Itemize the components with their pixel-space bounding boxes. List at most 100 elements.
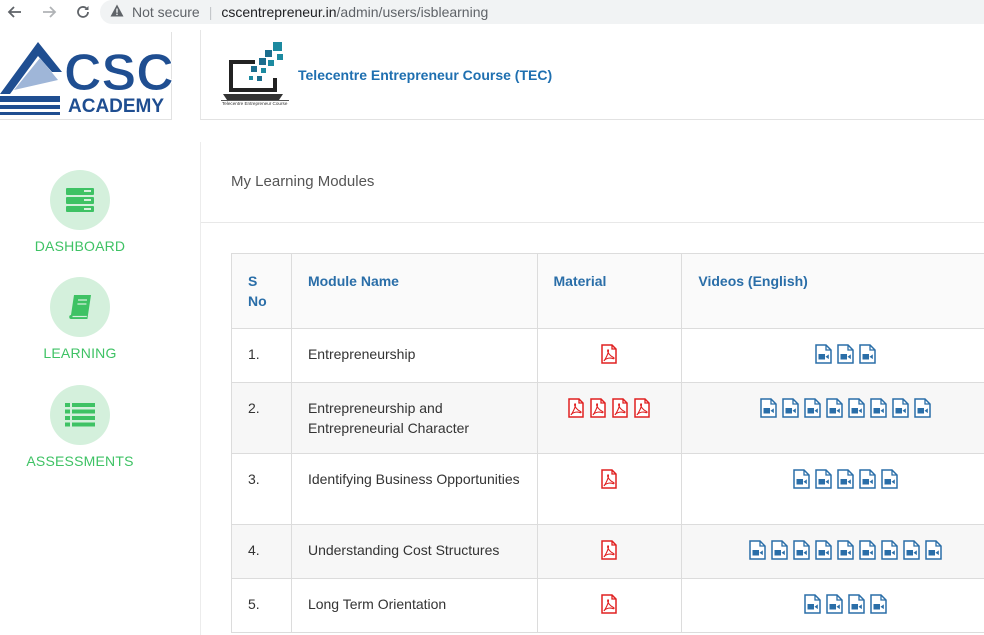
video-file-icon[interactable] <box>770 540 790 560</box>
video-file-icon[interactable] <box>869 398 889 418</box>
cell-sno: 1. <box>231 328 292 383</box>
table-row: 1. Entrepreneurship <box>231 328 984 383</box>
table-row: 5. Long Term Orientation <box>231 578 984 633</box>
cell-sno: 5. <box>231 578 292 633</box>
video-file-icon[interactable] <box>759 398 779 418</box>
video-file-icon[interactable] <box>814 540 834 560</box>
pdf-icon[interactable] <box>610 398 630 418</box>
header-sno-line2: No <box>248 293 267 309</box>
list-icon <box>50 385 110 445</box>
video-file-icon[interactable] <box>748 540 768 560</box>
reload-icon[interactable] <box>72 1 94 23</box>
url-separator: | <box>208 4 213 20</box>
cell-module-name: Long Term Orientation <box>290 578 538 633</box>
video-file-icon[interactable] <box>924 540 944 560</box>
cell-module-name: Identifying Business Opportunities <box>290 453 538 525</box>
pdf-icon[interactable] <box>566 398 586 418</box>
cell-material <box>536 524 683 579</box>
video-file-icon[interactable] <box>858 540 878 560</box>
logo-text-sub: ACADEMY <box>68 96 164 117</box>
pdf-icon[interactable] <box>588 398 608 418</box>
header-module-name: Module Name <box>290 253 538 329</box>
video-file-icon[interactable] <box>836 344 856 364</box>
cell-sno: 4. <box>231 524 292 579</box>
video-file-icon[interactable] <box>880 540 900 560</box>
pdf-icon[interactable] <box>599 344 619 364</box>
video-file-icon[interactable] <box>825 398 845 418</box>
course-title: Telecentre Entrepreneur Course (TEC) <box>298 67 553 83</box>
modules-table: S No Module Name Material Videos (Englis… <box>231 253 984 633</box>
video-file-icon[interactable] <box>847 398 867 418</box>
pdf-icon[interactable] <box>599 469 619 489</box>
cell-module-name: Entrepreneurship <box>290 328 538 383</box>
pdf-icon[interactable] <box>599 540 619 560</box>
book-icon <box>50 277 110 337</box>
cell-videos <box>681 524 984 579</box>
course-logo-caption: Telecentre Entrepreneur Course <box>222 101 288 106</box>
sidebar-item-learning[interactable]: LEARNING <box>0 277 160 361</box>
warning-icon <box>110 4 124 20</box>
cell-material <box>536 578 683 633</box>
video-file-icon[interactable] <box>814 469 834 489</box>
forward-icon[interactable] <box>38 1 60 23</box>
cell-videos <box>681 328 984 383</box>
video-file-icon[interactable] <box>858 344 878 364</box>
video-file-icon[interactable] <box>781 398 801 418</box>
video-file-icon[interactable] <box>792 469 812 489</box>
video-file-icon[interactable] <box>880 469 900 489</box>
cell-videos <box>681 578 984 633</box>
table-row: 3. Identifying Business Opportunities <box>231 453 984 525</box>
sidebar-item-label: LEARNING <box>43 345 117 361</box>
course-logo: Telecentre Entrepreneur Course <box>221 40 289 106</box>
video-file-icon[interactable] <box>902 540 922 560</box>
cell-material <box>536 382 683 454</box>
cell-material <box>536 328 683 383</box>
url-path: /admin/users/isblearning <box>336 4 489 20</box>
video-file-icon[interactable] <box>847 594 867 614</box>
table-header-row: S No Module Name Material Videos (Englis… <box>231 253 984 329</box>
video-file-icon[interactable] <box>836 540 856 560</box>
video-file-icon[interactable] <box>803 398 823 418</box>
video-file-icon[interactable] <box>858 469 878 489</box>
video-file-icon[interactable] <box>869 594 889 614</box>
url-host: cscentrepreneur.in <box>221 4 337 20</box>
video-file-icon[interactable] <box>836 469 856 489</box>
cell-sno: 3. <box>231 453 292 525</box>
video-file-icon[interactable] <box>891 398 911 418</box>
logo-text-main: CSC <box>64 44 172 102</box>
browser-toolbar: Not secure | cscentrepreneur.in/admin/us… <box>0 0 984 24</box>
header-videos: Videos (English) <box>681 253 984 329</box>
page-title: My Learning Modules <box>231 173 375 190</box>
header-sno: S No <box>231 253 292 329</box>
divider <box>201 222 984 223</box>
sidebar-item-assessments[interactable]: ASSESSMENTS <box>0 385 160 469</box>
video-file-icon[interactable] <box>913 398 933 418</box>
address-bar[interactable]: Not secure | cscentrepreneur.in/admin/us… <box>100 0 984 24</box>
pdf-icon[interactable] <box>632 398 652 418</box>
sidebar-item-label: ASSESSMENTS <box>26 453 134 469</box>
cell-sno: 2. <box>231 382 292 454</box>
page-header: Telecentre Entrepreneur Course Telecentr… <box>200 30 984 120</box>
cell-videos <box>681 382 984 454</box>
sidebar-item-dashboard[interactable]: DASHBOARD <box>0 170 160 254</box>
security-status[interactable]: Not secure <box>132 4 200 20</box>
dashboard-icon <box>50 170 110 230</box>
header-sno-line1: S <box>248 273 258 289</box>
cell-videos <box>681 453 984 525</box>
csc-academy-logo[interactable]: CSC ACADEMY <box>0 32 174 120</box>
cell-material <box>536 453 683 525</box>
back-icon[interactable] <box>4 1 26 23</box>
video-file-icon[interactable] <box>814 344 834 364</box>
cell-module-name: Understanding Cost Structures <box>290 524 538 579</box>
sidebar: CSC ACADEMY DASHBOARD LEARNING ASSESSMEN… <box>0 30 174 635</box>
header-material: Material <box>536 253 683 329</box>
table-row: 4. Understanding Cost Structures <box>231 524 984 579</box>
pdf-icon[interactable] <box>599 594 619 614</box>
main-content: My Learning Modules S No Module Name Mat… <box>200 142 984 635</box>
cell-module-name: Entrepreneurship and Entrepreneurial Cha… <box>290 382 538 454</box>
video-file-icon[interactable] <box>792 540 812 560</box>
sidebar-item-label: DASHBOARD <box>34 238 126 254</box>
video-file-icon[interactable] <box>825 594 845 614</box>
table-row: 2. Entrepreneurship and Entrepreneurial C… <box>231 382 984 454</box>
video-file-icon[interactable] <box>803 594 823 614</box>
